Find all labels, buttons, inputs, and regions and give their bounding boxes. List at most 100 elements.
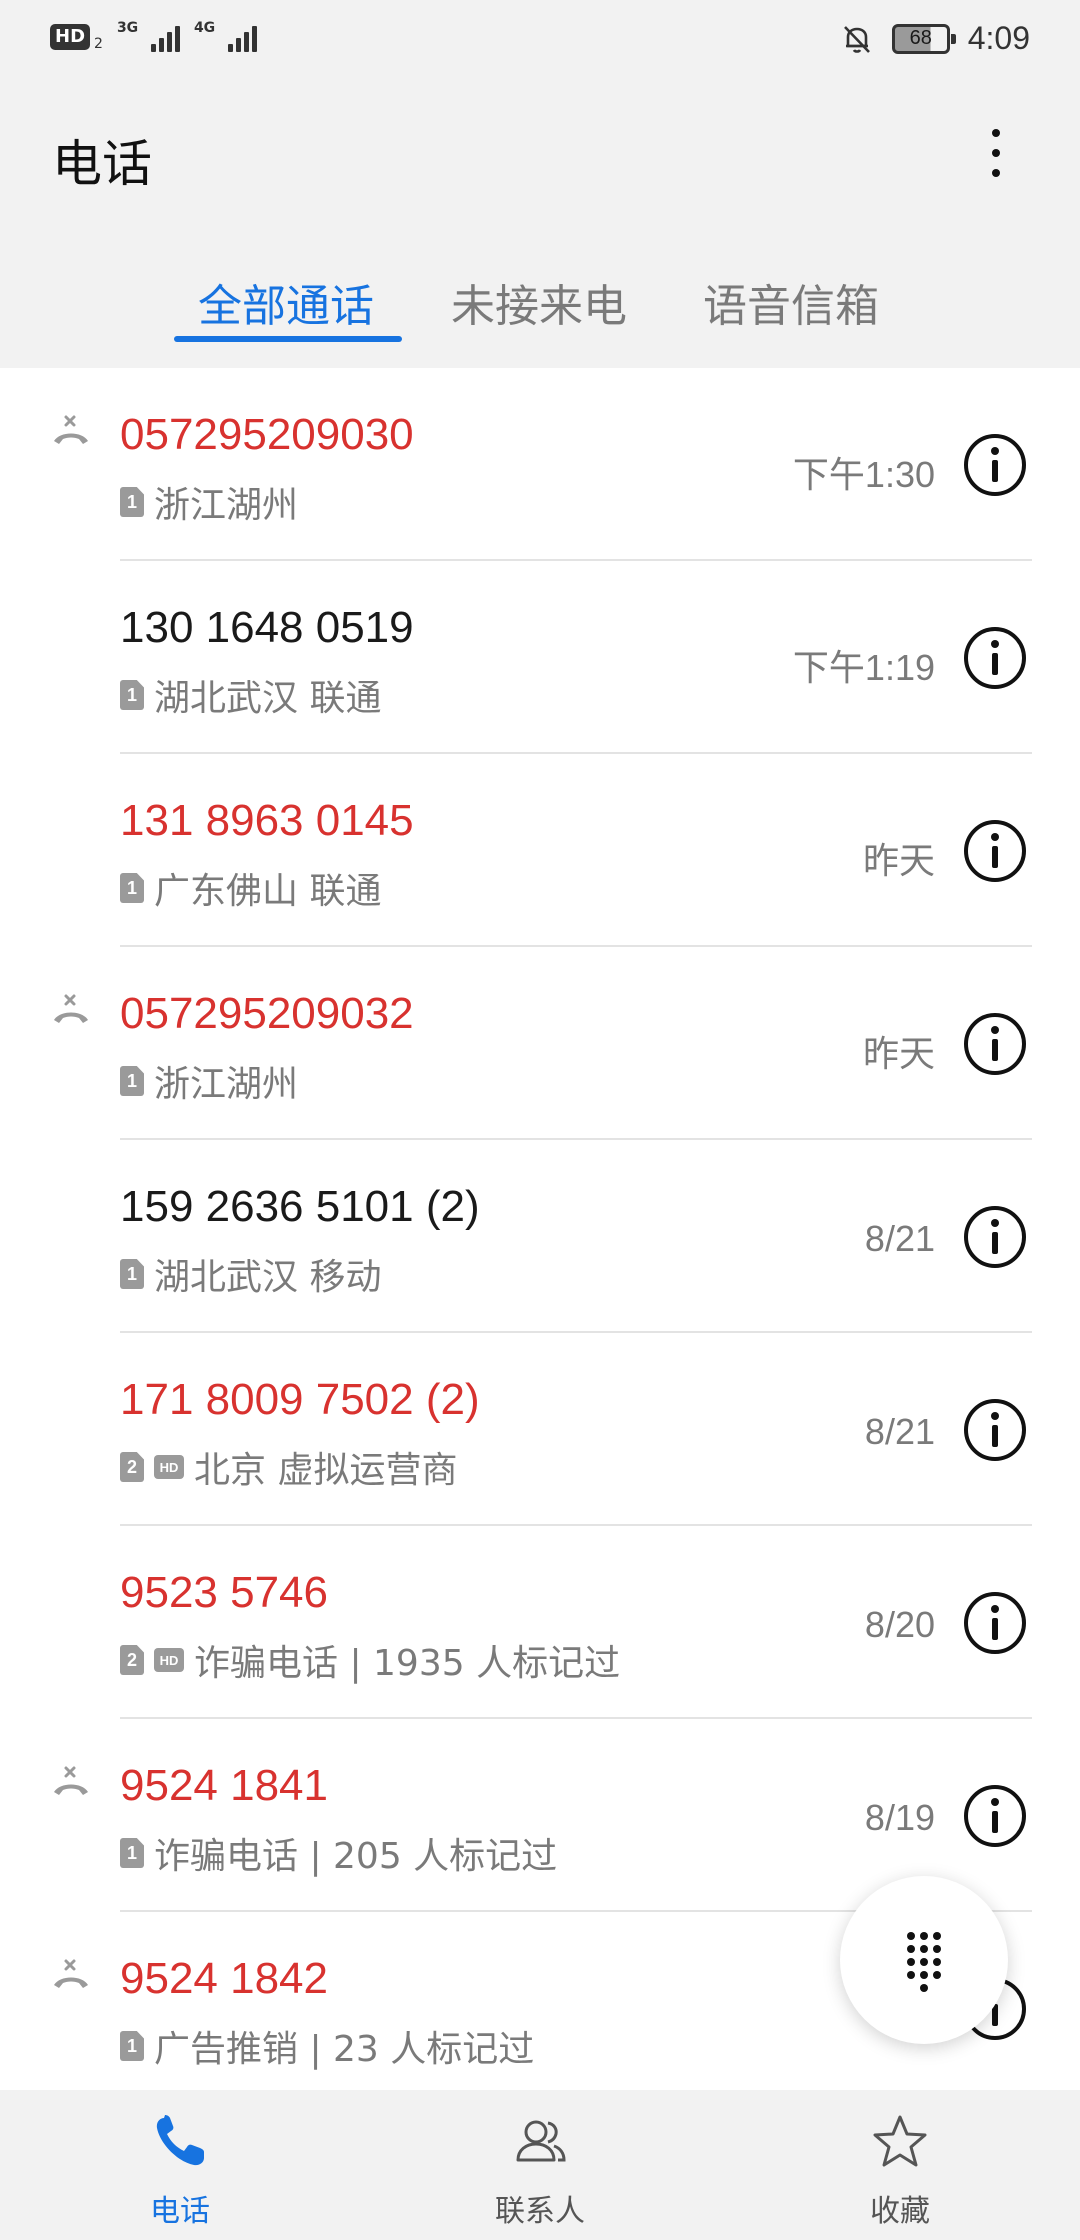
dialpad-dot [920,1945,928,1953]
nav-label-favorites: 收藏 [870,2194,930,2229]
call-number: 9524 1841 [120,1761,328,1810]
call-time: 8/19 [864,1797,935,1838]
nav-favorites[interactable]: 收藏 [780,2090,1020,2240]
nav-phone[interactable]: 电话 [60,2090,300,2240]
more-dot [992,129,1000,137]
call-number: 171 8009 7502 (2) [120,1375,480,1424]
dialpad-icon[interactable] [840,1876,1008,2044]
call-time: 下午1:30 [792,454,935,495]
tab-voicemail[interactable]: 语音信箱 [703,270,879,334]
status-right: 68 4:09 [840,20,1030,57]
missed-call-icon [54,1959,88,1988]
sim-card-icon: 2 [120,1452,144,1482]
call-location: 广东佛山 联通 [154,871,382,912]
missed-call-icon [54,415,88,444]
call-log-item[interactable]: 131 8963 0145 1 广东佛山 联通 昨天 [0,754,1080,947]
call-time: 8/20 [864,1604,935,1645]
sim-card-icon: 1 [120,680,144,710]
more-options-button[interactable] [970,118,1022,188]
tab-all-calls[interactable]: 全部通话 [198,270,374,334]
contacts-icon [516,2120,566,2162]
call-time: 昨天 [862,840,935,881]
sim-card-icon: 1 [120,487,144,517]
dialpad-dot [907,1945,915,1953]
call-info-button[interactable] [964,1592,1026,1654]
status-bar: HD 2 3G 4G 68 4:09 [0,0,1080,80]
hd-call-icon: HD [154,1455,184,1479]
tab-missed-calls[interactable]: 未接来电 [451,270,627,334]
call-time: 下午1:19 [792,647,935,688]
phone-icon [156,2115,204,2166]
call-number: 057295209032 [120,989,414,1038]
call-details: 2 HD 诈骗电话 | 1935 人标记过 [120,1634,620,1686]
page-title: 电话 [52,135,152,193]
call-number: 130 1648 0519 [120,603,414,652]
call-log-list: 057295209030 1 浙江湖州 下午1:30 130 1648 0519 1 湖北武… [0,368,1080,2090]
dialpad-dot [920,1958,928,1966]
call-details: 1 广告推销 | 23 人标记过 [120,2020,534,2072]
call-log-item[interactable]: 057295209032 1 浙江湖州 昨天 [0,947,1080,1140]
more-dot [992,169,1000,177]
dialpad-dot [920,1984,928,1992]
dialpad-dot [933,1945,941,1953]
call-time: 8/21 [864,1411,935,1452]
sim-card-icon: 2 [120,1645,144,1675]
call-location: 浙江湖州 [154,485,299,526]
missed-call-icon [54,1766,88,1795]
call-info-button[interactable] [964,1013,1026,1075]
status-time: 4:09 [967,20,1030,56]
sim-card-icon: 1 [120,2031,144,2061]
dialpad-dot [907,1958,915,1966]
call-details: 2 HD 北京 虚拟运营商 [120,1441,457,1493]
signal-4g-label: 4G [193,20,216,36]
call-number: 131 8963 0145 [120,796,414,845]
call-location: 湖北武汉 联通 [154,678,382,719]
call-location: 北京 虚拟运营商 [194,1450,458,1491]
sim-card-icon: 1 [120,1259,144,1289]
battery-icon: 68 [891,23,956,54]
call-info-button[interactable] [964,1206,1026,1268]
status-left: HD 2 3G 4G [50,20,257,52]
bottom-nav: 电话 联系人 收藏 [0,2090,1080,2240]
call-info-button[interactable] [964,627,1026,689]
call-log-item[interactable]: 130 1648 0519 1 湖北武汉 联通 下午1:19 [0,561,1080,754]
call-details: 1 浙江湖州 [120,1055,298,1107]
call-log-item[interactable]: 171 8009 7502 (2) 2 HD 北京 虚拟运营商 8/21 [0,1333,1080,1526]
signal-3g-label: 3G [116,20,139,36]
call-location: 诈骗电话 | 205 人标记过 [154,1836,558,1877]
star-icon [873,2115,927,2167]
call-number: 159 2636 5101 (2) [120,1182,480,1231]
call-location: 广告推销 | 23 人标记过 [154,2029,535,2070]
call-info-button[interactable] [964,434,1026,496]
nav-contacts[interactable]: 联系人 [420,2090,660,2240]
call-details: 1 浙江湖州 [120,476,298,528]
call-location: 浙江湖州 [154,1064,299,1105]
call-info-button[interactable] [964,1785,1026,1847]
call-log-item[interactable]: 159 2636 5101 (2) 1 湖北武汉 移动 8/21 [0,1140,1080,1333]
call-location: 诈骗电话 | 1935 人标记过 [194,1643,621,1684]
call-info-button[interactable] [964,1399,1026,1461]
battery-level: 68 [909,27,932,49]
call-time: 8/21 [864,1218,935,1259]
call-details: 1 广东佛山 联通 [120,862,381,914]
call-log-item[interactable]: 9523 5746 2 HD 诈骗电话 | 1935 人标记过 8/20 [0,1526,1080,1719]
call-location: 湖北武汉 移动 [154,1257,382,1298]
hd-sim-label: 2 [94,36,103,52]
call-tabs: 全部通话 未接来电 语音信箱 [0,260,1080,350]
hd-voice-icon: HD [50,24,91,50]
call-number: 057295209030 [120,410,414,459]
call-log-item[interactable]: 057295209030 1 浙江湖州 下午1:30 [0,368,1080,561]
call-info-button[interactable] [964,820,1026,882]
call-time: 昨天 [862,1033,935,1074]
signal-4g-icon: 4G [193,20,257,52]
signal-3g-icon: 3G [116,20,180,52]
dialpad-dot [920,1971,928,1979]
call-details: 1 湖北武汉 移动 [120,1248,381,1300]
active-tab-indicator [174,336,402,342]
dialpad-dot [933,1932,941,1940]
notifications-off-icon [843,25,870,53]
dialpad-dot [920,1932,928,1940]
hd-call-icon: HD [154,1648,184,1672]
dialpad-dot [907,1932,915,1940]
call-number: 9524 1842 [120,1954,328,2003]
